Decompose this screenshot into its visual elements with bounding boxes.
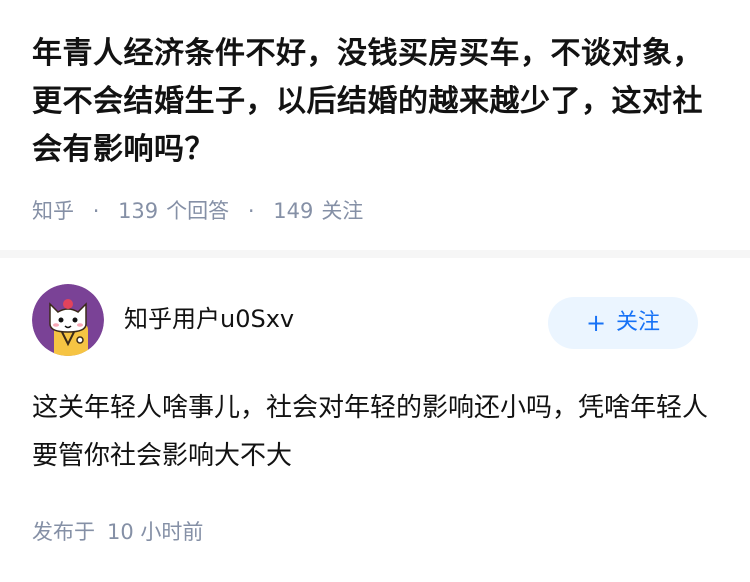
answer-count-label: 个回答 — [166, 199, 230, 223]
question-header: 年青人经济条件不好，没钱买房买车，不谈对象，更不会结婚生子，以后结婚的越来越少了… — [32, 30, 722, 174]
meta-separator: · — [247, 199, 255, 223]
answer-content[interactable]: 这关年轻人啥事儿，社会对年轻的影响还小吗，凭啥年轻人要管你社会影响大不大 — [32, 384, 712, 480]
avatar[interactable] — [32, 284, 104, 356]
cartoon-cat-avatar-icon — [32, 284, 104, 356]
follower-count: 149 关注 — [273, 199, 363, 223]
answer-time-prefix: 发布于 — [32, 520, 95, 544]
section-divider — [0, 250, 750, 258]
plus-icon: + — [585, 309, 607, 337]
source-label[interactable]: 知乎 — [32, 199, 74, 223]
follower-count-number: 149 — [273, 199, 314, 223]
question-meta: 知乎 · 139 个回答 · 149 关注 — [32, 196, 363, 226]
question-title[interactable]: 年青人经济条件不好，没钱买房买车，不谈对象，更不会结婚生子，以后结婚的越来越少了… — [32, 30, 722, 174]
answer-time: 发布于 10 小时前 — [32, 517, 203, 547]
answer-count[interactable]: 139 个回答 — [118, 199, 229, 223]
follow-button[interactable]: + 关注 — [548, 297, 698, 349]
answer-time-value: 10 小时前 — [107, 520, 204, 544]
answer-count-number: 139 — [118, 199, 159, 223]
author-name[interactable]: 知乎用户u0Sxv — [124, 303, 294, 335]
meta-separator: · — [92, 199, 100, 223]
follower-count-label: 关注 — [321, 199, 364, 223]
follow-button-label: 关注 — [616, 310, 661, 335]
